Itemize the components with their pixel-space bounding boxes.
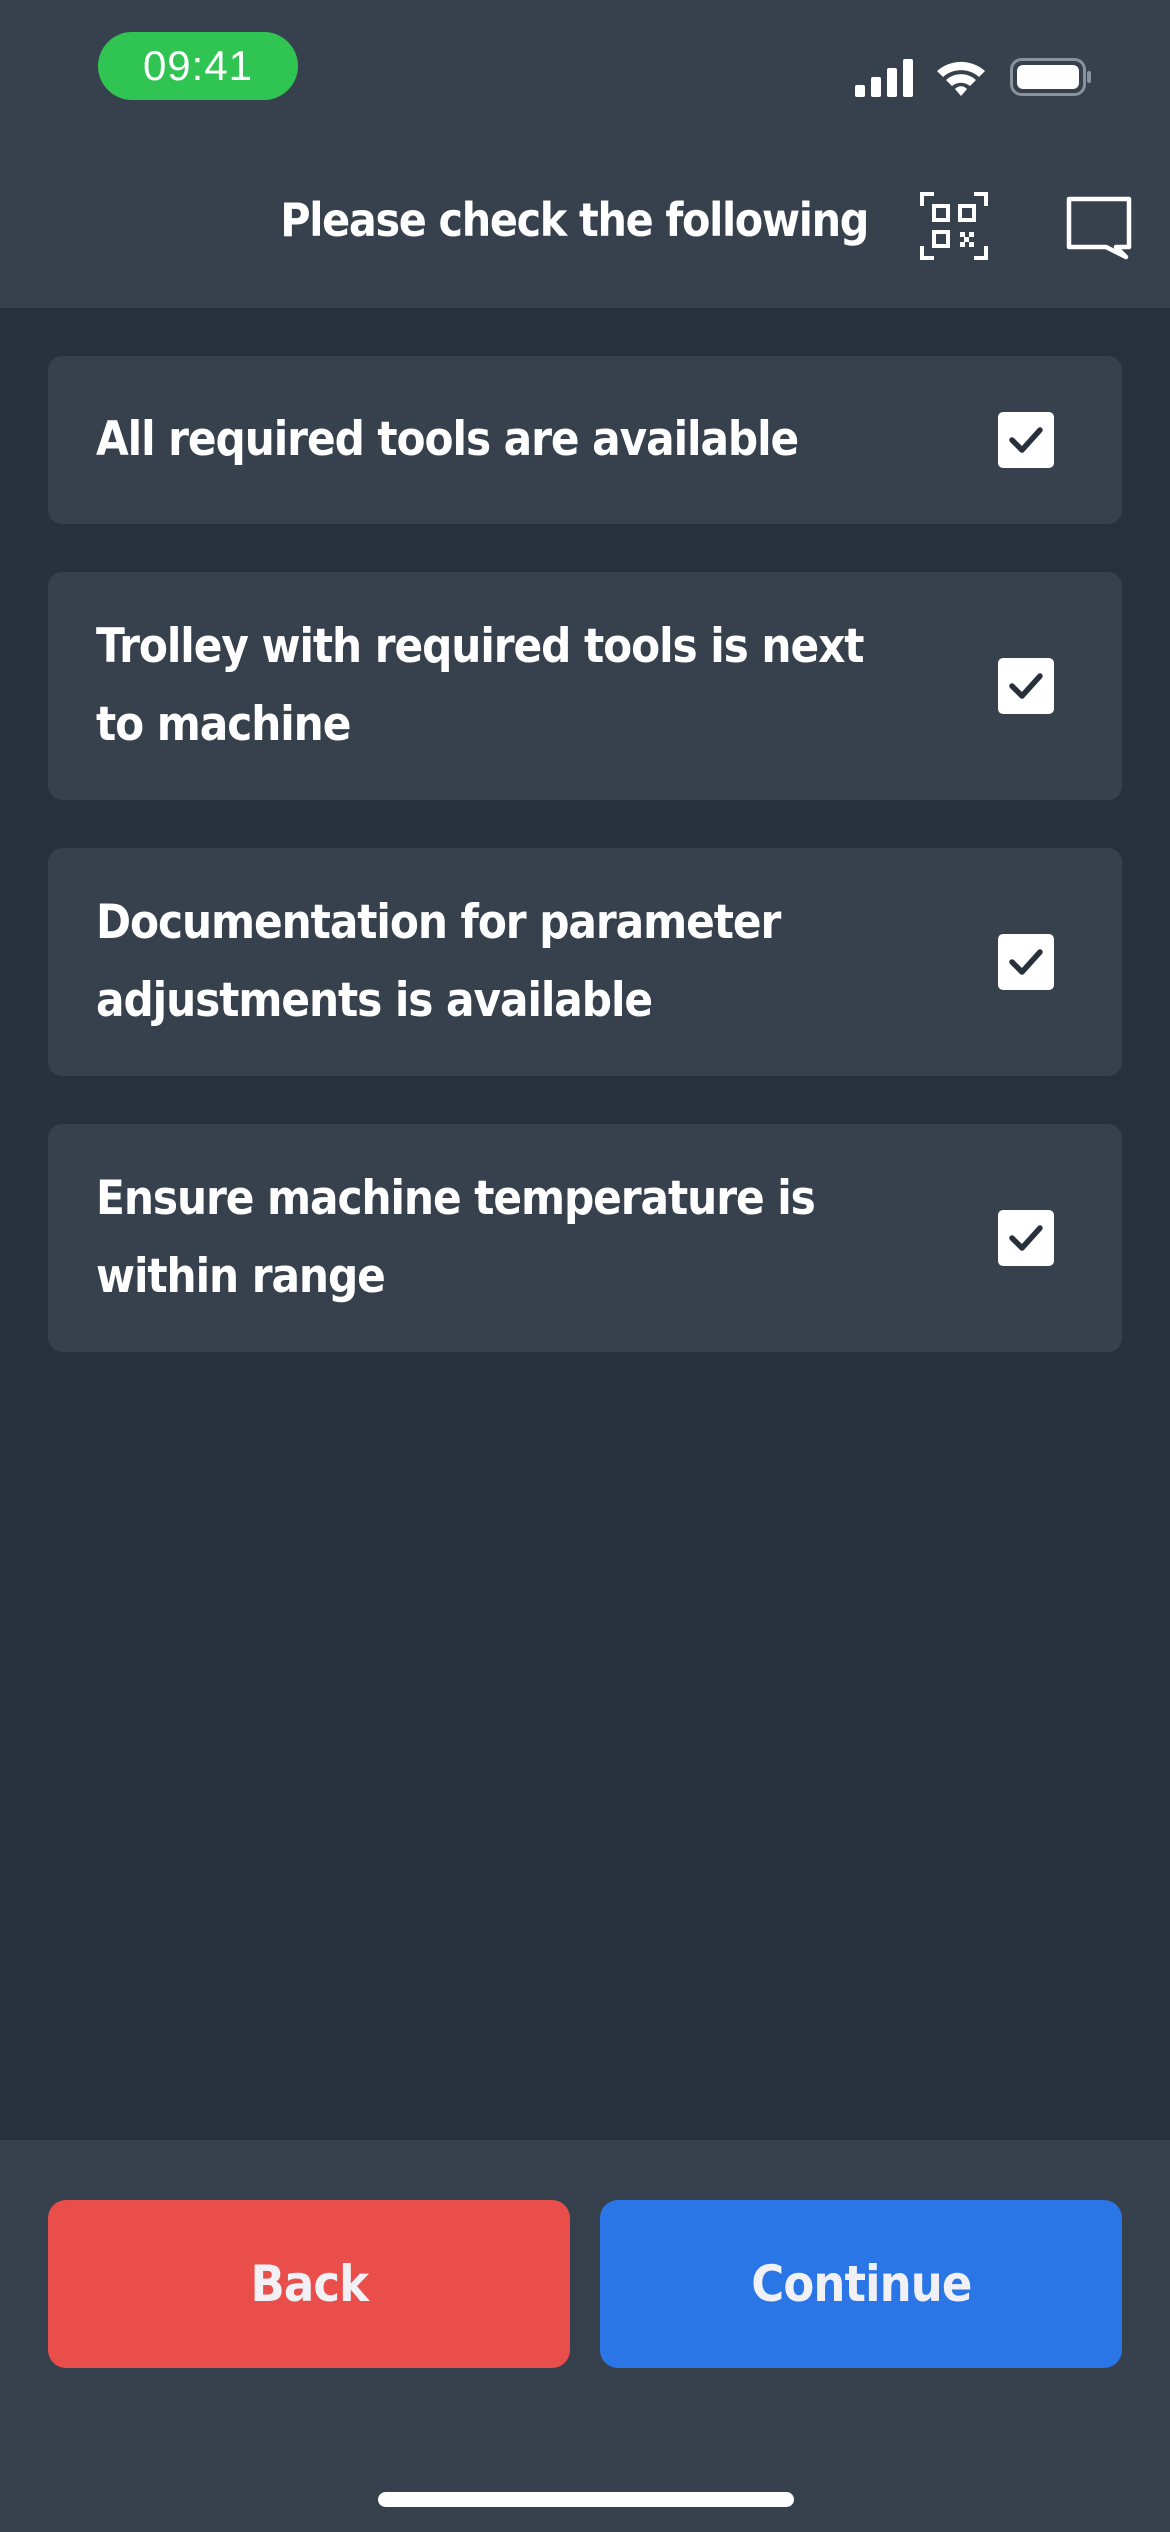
checklist-item-label: All required tools are available [96,412,799,467]
checkmark-icon [1009,949,1043,975]
home-indicator[interactable] [378,2492,794,2507]
chat-bubble-icon[interactable] [1066,194,1132,260]
qr-code-icon[interactable] [920,192,988,260]
app-header: Please check the following [0,130,1170,308]
status-bar: 09:41 [0,0,1170,130]
checkmark-icon [1009,1225,1043,1251]
wifi-icon [937,61,985,96]
checkbox[interactable] [998,658,1054,714]
checkmark-icon [1009,427,1043,453]
checklist-item: Ensure machine temperature is within ran… [48,1124,1122,1352]
continue-button[interactable]: Continue [600,2200,1122,2368]
checklist: All required tools are available Trolley… [48,356,1122,1400]
page-title: Please check the following [280,193,869,247]
checklist-item-label: Documentation for parameter adjustments … [96,895,781,1028]
checkbox[interactable] [998,934,1054,990]
battery-icon [1010,58,1091,96]
checkmark-icon [1009,673,1043,699]
continue-button-label: Continue [750,2255,972,2313]
checklist-item: Trolley with required tools is next to m… [48,572,1122,800]
back-button[interactable]: Back [48,2200,570,2368]
checklist-item: All required tools are available [48,356,1122,524]
checklist-item: Documentation for parameter adjustments … [48,848,1122,1076]
footer-bar: Back Continue [0,2140,1170,2532]
back-button-label: Back [250,2255,369,2313]
checkbox[interactable] [998,412,1054,468]
checklist-item-label: Ensure machine temperature is within ran… [96,1171,816,1304]
checklist-item-label: Trolley with required tools is next to m… [96,619,864,752]
cellular-signal-icon [855,59,913,97]
checkbox[interactable] [998,1210,1054,1266]
status-time: 09:41 [98,32,298,100]
